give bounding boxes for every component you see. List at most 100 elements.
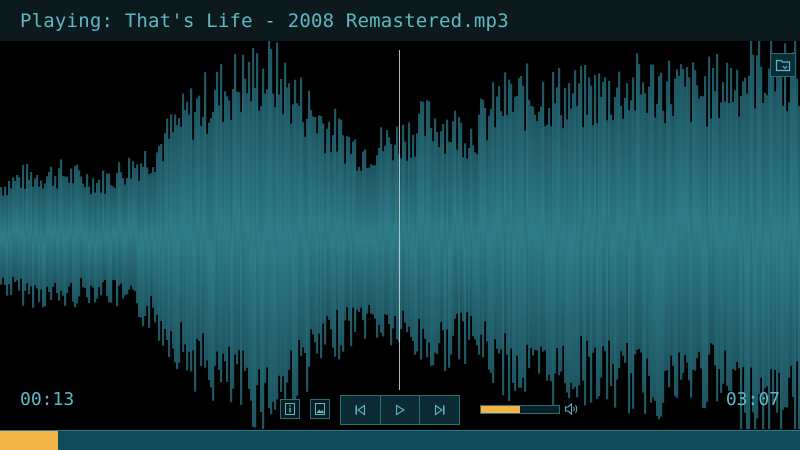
- waveform-bar: [234, 54, 237, 355]
- previous-button[interactable]: [341, 396, 381, 424]
- waveform-bar: [144, 150, 147, 317]
- waveform-bar: [46, 176, 49, 287]
- waveform-bar: [652, 64, 655, 398]
- waveform-bar: [58, 168, 61, 301]
- waveform-bar: [134, 168, 137, 292]
- waveform-bar: [742, 81, 745, 368]
- waveform-bar: [772, 77, 775, 404]
- waveform-bar: [604, 77, 607, 352]
- waveform-bar: [44, 183, 47, 307]
- waveform-bar: [304, 136, 307, 354]
- waveform-bar: [82, 183, 85, 288]
- volume-level-fill: [481, 406, 520, 413]
- waveform-bar: [264, 93, 267, 383]
- waveform-bar: [270, 48, 273, 415]
- album-art-button[interactable]: [310, 399, 330, 419]
- elapsed-time: 00:13: [20, 389, 75, 410]
- waveform-bar: [728, 103, 731, 391]
- waveform-bar: [564, 87, 567, 384]
- waveform-bar: [620, 105, 623, 352]
- waveform-bar: [346, 136, 349, 308]
- waveform-bar: [140, 163, 143, 318]
- waveform-bar: [232, 88, 235, 389]
- waveform-bar: [596, 123, 599, 399]
- waveform-bar: [744, 77, 747, 413]
- waveform-bar: [348, 136, 351, 321]
- waveform-bar: [528, 99, 531, 369]
- waveform-display[interactable]: [0, 41, 800, 429]
- waveform-bar: [240, 112, 243, 405]
- waveform-bar: [474, 152, 477, 340]
- waveform-bar: [174, 114, 177, 363]
- volume-slider[interactable]: [480, 405, 560, 414]
- waveform-bar: [272, 93, 275, 402]
- waveform-bar: [396, 126, 399, 340]
- waveform-bar: [78, 170, 81, 297]
- waveform-bar: [340, 119, 343, 346]
- waveform-bar: [30, 171, 33, 287]
- waveform-bar: [414, 156, 417, 355]
- waveform-bar: [536, 121, 539, 351]
- waveform-bar: [268, 41, 271, 409]
- waveform-bar: [444, 153, 447, 372]
- waveform-bar: [0, 187, 3, 285]
- waveform-bar: [56, 188, 59, 294]
- waveform-bar: [412, 134, 415, 341]
- waveform-bar: [278, 94, 281, 376]
- waveform-bar: [422, 101, 425, 329]
- waveform-bar: [150, 173, 153, 297]
- waveform-bar: [710, 118, 713, 344]
- waveform-bar: [792, 52, 795, 398]
- waveform-bar: [530, 105, 533, 348]
- waveform-bar: [38, 186, 41, 303]
- waveform-bar: [226, 96, 229, 382]
- waveform-bar: [326, 128, 329, 316]
- waveform-bar: [352, 141, 355, 308]
- seek-bar[interactable]: [0, 430, 800, 450]
- waveform-bar: [548, 108, 551, 375]
- waveform-bar: [480, 98, 483, 335]
- waveform-bar: [762, 103, 765, 429]
- seek-bar-progress: [0, 431, 58, 450]
- info-button[interactable]: [280, 399, 300, 419]
- waveform-bar: [166, 118, 169, 341]
- waveform-bar: [296, 103, 299, 396]
- waveform-bar: [784, 43, 787, 408]
- waveform-bar: [776, 72, 779, 413]
- open-folder-button[interactable]: [770, 53, 796, 77]
- waveform-bar: [130, 178, 133, 286]
- title-bar: Playing: That's Life - 2008 Remastered.m…: [0, 0, 800, 41]
- waveform-bar: [502, 116, 505, 396]
- waveform-bar: [332, 135, 335, 348]
- waveform-bar: [260, 106, 263, 412]
- waveform-bar: [92, 178, 95, 288]
- waveform-bar: [466, 158, 469, 312]
- waveform-bar: [80, 176, 83, 278]
- waveform-bar: [50, 166, 53, 300]
- waveform-bar: [592, 125, 595, 353]
- waveform-bar: [306, 118, 309, 392]
- waveform-bar: [566, 119, 569, 393]
- waveform-bar: [516, 95, 519, 356]
- play-button[interactable]: [381, 396, 421, 424]
- waveform-bar: [630, 100, 633, 374]
- waveform-bar: [426, 100, 429, 358]
- waveform-bar: [328, 121, 331, 320]
- waveform-bar: [598, 73, 601, 397]
- waveform-bar: [778, 69, 781, 373]
- waveform-bar: [6, 195, 9, 296]
- waveform-bar: [152, 167, 155, 308]
- next-button[interactable]: [420, 396, 459, 424]
- waveform-bar: [228, 100, 231, 347]
- playhead-line[interactable]: [399, 50, 400, 390]
- waveform-bar: [510, 83, 513, 349]
- waveform-bar: [460, 122, 463, 313]
- volume-icon[interactable]: [564, 402, 580, 416]
- waveform-bar: [258, 110, 261, 370]
- waveform-bar: [74, 166, 77, 308]
- waveform-bar: [586, 114, 589, 341]
- waveform-bar: [358, 166, 361, 312]
- waveform-bar: [388, 137, 391, 325]
- waveform-bar: [440, 131, 443, 323]
- waveform-bar: [676, 69, 679, 398]
